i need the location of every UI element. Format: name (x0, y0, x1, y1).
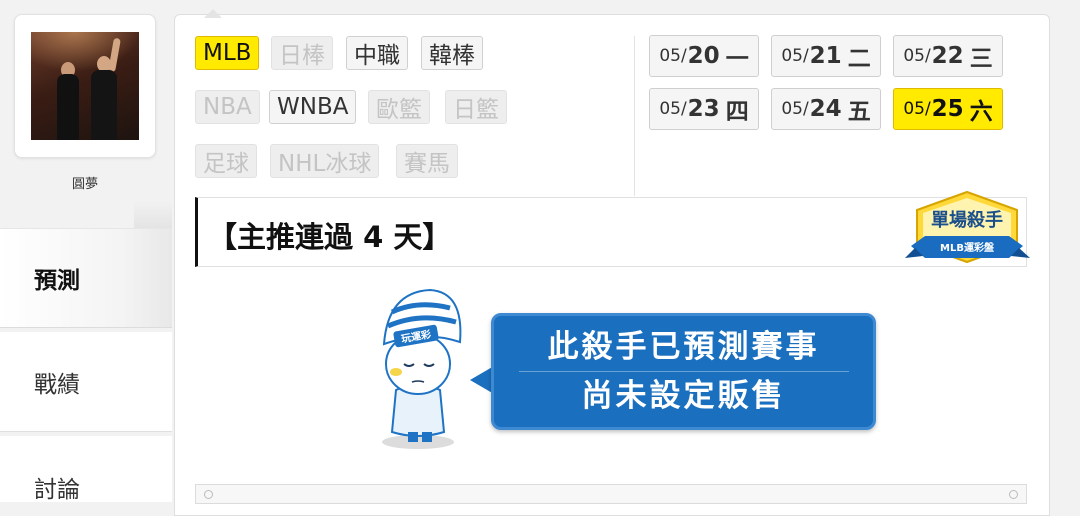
date-weekday: 四 (725, 99, 749, 125)
league-npb[interactable]: 日棒 (271, 36, 333, 70)
league-cpbl[interactable]: 中職 (346, 36, 408, 70)
league-nba[interactable]: NBA (195, 90, 260, 124)
mascot-icon: 玩運彩 (382, 288, 462, 449)
date-day: 22 (931, 43, 964, 69)
prediction-list-box (195, 484, 1027, 504)
sidebar-tab-discussion[interactable]: 討論 (0, 436, 172, 503)
date-day: 20 (687, 43, 720, 69)
league-kbo[interactable]: 韓棒 (421, 36, 483, 70)
date-weekday: 二 (847, 46, 871, 72)
date-0520[interactable]: 05/20 一 (649, 35, 759, 77)
date-month: 05/ (659, 46, 687, 66)
notice-separator (518, 371, 849, 372)
date-0525[interactable]: 05/25 六 (893, 88, 1003, 130)
badge-title: 單場殺手 (931, 209, 1003, 231)
league-soccer[interactable]: 足球 (195, 144, 257, 178)
notice-bubble: 此殺手已預測賽事 尚未設定販售 (491, 313, 876, 430)
date-day: 21 (809, 43, 842, 69)
date-day: 23 (687, 96, 720, 122)
sidebar: 圓夢 預測 戰績 討論 (0, 0, 172, 503)
date-day: 24 (809, 96, 842, 122)
date-0523[interactable]: 05/23 四 (649, 88, 759, 130)
sidebar-tab-predict[interactable]: 預測 (0, 228, 172, 328)
date-month: 05/ (903, 99, 931, 119)
sidebar-tab-record[interactable]: 戰績 (0, 332, 172, 432)
date-weekday: 五 (847, 99, 871, 125)
date-month: 05/ (903, 46, 931, 66)
panel-notch (204, 9, 222, 18)
notice-line-1: 此殺手已預測賽事 (547, 329, 820, 365)
date-month: 05/ (781, 46, 809, 66)
user-name: 圓夢 (71, 177, 98, 192)
date-0524[interactable]: 05/24 五 (771, 88, 881, 130)
date-0522[interactable]: 05/22 三 (893, 35, 1003, 77)
notice-line-2: 尚未設定販售 (581, 378, 786, 414)
date-0521[interactable]: 05/21 二 (771, 35, 881, 77)
avatar[interactable] (31, 32, 139, 140)
killer-badge-icon: 單場殺手 MLB運彩盤 (905, 190, 1030, 264)
badge-subtitle: MLB運彩盤 (940, 241, 995, 254)
league-wnba[interactable]: WNBA (269, 90, 357, 124)
league-nhl[interactable]: NHL冰球 (270, 144, 380, 178)
league-horse-racing[interactable]: 賽馬 (396, 144, 458, 178)
date-weekday: 一 (725, 46, 749, 72)
streak-title: 【主推連過 4 天】 (208, 220, 452, 254)
avatar-card[interactable] (14, 14, 156, 158)
date-day: 25 (931, 96, 964, 122)
corner-dot-icon (204, 490, 213, 499)
date-weekday: 六 (969, 99, 993, 125)
sidebar-divider (134, 200, 172, 230)
date-month: 05/ (781, 99, 809, 119)
league-mlb[interactable]: MLB (195, 36, 260, 70)
date-weekday: 三 (969, 46, 993, 72)
league-euro-basketball[interactable]: 歐籃 (368, 90, 430, 124)
league-japan-basketball[interactable]: 日籃 (445, 90, 507, 124)
date-month: 05/ (659, 99, 687, 119)
streak-banner: 【主推連過 4 天】 (195, 197, 1027, 267)
filter-divider (634, 36, 635, 196)
corner-dot-icon (1009, 490, 1018, 499)
